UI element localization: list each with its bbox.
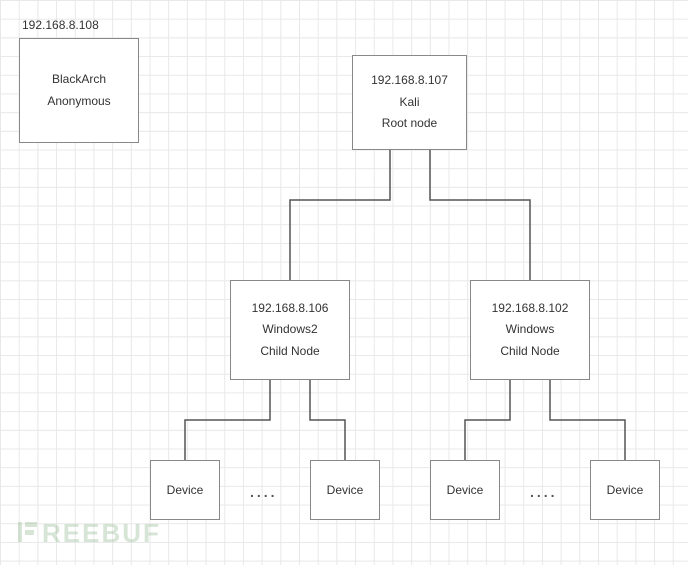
node-device-2: Device	[310, 460, 380, 520]
node-role: Child Node	[260, 341, 319, 363]
node-device-4: Device	[590, 460, 660, 520]
node-child-left: 192.168.8.106 Windows2 Child Node	[230, 280, 350, 380]
node-device-1: Device	[150, 460, 220, 520]
node-root: 192.168.8.107 Kali Root node	[352, 55, 467, 150]
node-name: Windows	[506, 319, 555, 341]
ellipsis-right: ....	[530, 484, 558, 500]
node-name: BlackArch	[52, 69, 106, 91]
node-ip: 192.168.8.108	[20, 15, 138, 37]
ellipsis-left: ....	[250, 484, 278, 500]
device-label: Device	[167, 483, 204, 497]
node-blackarch: 192.168.8.108 BlackArch Anonymous	[19, 38, 139, 143]
node-child-right: 192.168.8.102 Windows Child Node	[470, 280, 590, 380]
watermark-text: REEBUF	[42, 518, 161, 548]
node-ip: 192.168.8.102	[492, 298, 569, 320]
node-name: Kali	[399, 92, 419, 114]
node-name: Windows2	[262, 319, 317, 341]
device-label: Device	[607, 483, 644, 497]
node-role: Root node	[382, 113, 437, 135]
node-role: Anonymous	[47, 91, 110, 113]
watermark: REEBUF	[18, 518, 161, 551]
node-ip: 192.168.8.106	[252, 298, 329, 320]
node-device-3: Device	[430, 460, 500, 520]
node-ip: 192.168.8.107	[371, 70, 448, 92]
device-label: Device	[447, 483, 484, 497]
device-label: Device	[327, 483, 364, 497]
node-role: Child Node	[500, 341, 559, 363]
